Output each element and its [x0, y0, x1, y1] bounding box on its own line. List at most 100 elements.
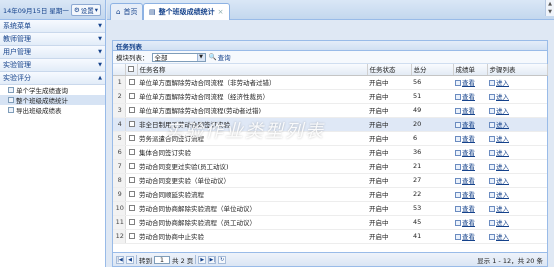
row-checkbox-cell[interactable]	[125, 75, 137, 90]
header-name[interactable]: 任务名称	[137, 64, 368, 76]
chevron-down-icon: ▾	[94, 5, 98, 14]
row-checkbox[interactable]	[129, 233, 136, 239]
header-checkbox[interactable]	[125, 64, 138, 76]
row-checkbox[interactable]	[129, 121, 136, 127]
menu-teacher[interactable]: 教师管理 ▼	[0, 33, 105, 46]
view-link[interactable]: 查看	[462, 177, 475, 185]
enter-link[interactable]: 进入	[496, 233, 509, 241]
table-row[interactable]: 3 单位单方面解除劳动合同流程(劳动者过错) 开启中 49 查看 进入	[113, 103, 547, 118]
row-checkbox[interactable]	[129, 163, 136, 169]
page-input[interactable]: 1	[154, 255, 170, 264]
row-checkbox[interactable]	[129, 205, 136, 211]
sub-item-export[interactable]: 导出班级成绩表	[0, 105, 105, 115]
table-row[interactable]: 6 集体合同签订实验 开启中 36 查看 进入	[113, 145, 547, 160]
header-score[interactable]: 总分	[411, 64, 454, 76]
row-checkbox[interactable]	[129, 107, 136, 113]
row-checkbox-cell[interactable]	[125, 173, 137, 188]
list-icon	[489, 206, 495, 212]
view-link[interactable]: 查看	[462, 205, 475, 213]
header-status[interactable]: 任务状态	[367, 64, 412, 76]
row-checkbox-cell[interactable]	[125, 187, 137, 202]
row-checkbox-cell[interactable]	[125, 145, 137, 160]
row-checkbox-cell[interactable]	[125, 159, 137, 174]
row-checkbox[interactable]	[129, 149, 136, 155]
menu-user[interactable]: 用户管理 ▼	[0, 46, 105, 59]
view-icon	[455, 108, 461, 114]
enter-link[interactable]: 进入	[496, 79, 509, 87]
row-checkbox[interactable]	[129, 135, 136, 141]
scrollbar[interactable]: ▲ ▼	[545, 0, 554, 16]
table-row[interactable]: 8 劳动合同变更实验（单位动议） 开启中 27 查看 进入	[113, 173, 547, 188]
menu-experiment[interactable]: 实验管理 ▼	[0, 59, 105, 72]
enter-link[interactable]: 进入	[496, 149, 509, 157]
row-checkbox-cell[interactable]	[125, 229, 137, 244]
row-checkbox[interactable]	[129, 79, 136, 85]
report-cell: 查看	[453, 187, 487, 202]
first-page-button[interactable]: |◀	[116, 255, 124, 264]
row-checkbox-cell[interactable]	[125, 117, 137, 132]
list-icon	[489, 136, 495, 142]
header-index	[113, 64, 126, 76]
header-report[interactable]: 成绩单	[453, 64, 488, 76]
table-row[interactable]: 5 劳务派遣合同签订流程 开启中 6 查看 进入	[113, 131, 547, 146]
row-checkbox-cell[interactable]	[125, 201, 137, 216]
table-row[interactable]: 7 劳动合同变更过实验(员工动议) 开启中 21 查看 进入	[113, 159, 547, 174]
table-row[interactable]: 4 非全日制用工劳动合同签订实验 开启中 20 查看 进入	[113, 117, 547, 132]
table-row[interactable]: 12 劳动合同协商中止实验 开启中 41 查看 进入	[113, 229, 547, 244]
enter-link[interactable]: 进入	[496, 163, 509, 171]
select-all-checkbox[interactable]	[127, 66, 134, 73]
prev-page-button[interactable]: ◀	[126, 255, 134, 264]
last-page-button[interactable]: ▶|	[208, 255, 217, 264]
row-checkbox[interactable]	[129, 93, 136, 99]
settings-button[interactable]: ⚙ 设置 ▾	[70, 3, 101, 16]
table-row[interactable]: 11 劳动合同协商解除实验流程（员工动议） 开启中 45 查看 进入	[113, 215, 547, 230]
view-link[interactable]: 查看	[462, 219, 475, 227]
view-link[interactable]: 查看	[462, 149, 475, 157]
view-icon	[455, 164, 461, 170]
enter-link[interactable]: 进入	[496, 177, 509, 185]
row-checkbox-cell[interactable]	[125, 215, 137, 230]
view-link[interactable]: 查看	[462, 233, 475, 241]
enter-link[interactable]: 进入	[496, 191, 509, 199]
table-row[interactable]: 1 单位单方面解除劳动合同流程（非劳动者过错） 开启中 56 查看 进入	[113, 75, 547, 90]
view-link[interactable]: 查看	[462, 135, 475, 143]
table-row[interactable]: 9 劳动合同顺延实验流程 开启中 22 查看 进入	[113, 187, 547, 202]
row-checkbox[interactable]	[129, 177, 136, 183]
row-checkbox[interactable]	[129, 219, 136, 225]
category-label: 模块列表：	[116, 54, 149, 62]
refresh-icon[interactable]: ↻	[218, 255, 227, 264]
enter-link[interactable]: 进入	[496, 205, 509, 213]
task-status: 开启中	[367, 201, 411, 216]
report-cell: 查看	[453, 75, 487, 90]
row-checkbox[interactable]	[129, 191, 136, 197]
view-icon	[455, 122, 461, 128]
category-select[interactable]: 全部 ▼	[151, 52, 206, 62]
enter-link[interactable]: 进入	[496, 93, 509, 101]
view-link[interactable]: 查看	[462, 191, 475, 199]
tab-class-stats[interactable]: ▤ 整个班级成绩统计 ×	[143, 3, 230, 20]
view-link[interactable]: 查看	[462, 121, 475, 129]
tab-home[interactable]: ⌂ 首页	[110, 3, 144, 20]
row-checkbox-cell[interactable]	[125, 131, 137, 146]
view-link[interactable]: 查看	[462, 79, 475, 87]
row-checkbox-cell[interactable]	[125, 89, 137, 104]
search-button[interactable]: 🔍 查询	[209, 52, 231, 62]
close-icon[interactable]: ×	[218, 8, 224, 16]
view-link[interactable]: 查看	[462, 93, 475, 101]
header-steps[interactable]: 步骤列表	[487, 64, 548, 76]
view-link[interactable]: 查看	[462, 163, 475, 171]
menu-grading[interactable]: 实验评分 ▲	[0, 72, 105, 85]
report-cell: 查看	[453, 103, 487, 118]
table-row[interactable]: 10 劳动合同协商解除实验流程（单位动议） 开启中 53 查看 进入	[113, 201, 547, 216]
menu-system[interactable]: 系统菜单 ▼	[0, 20, 105, 33]
view-link[interactable]: 查看	[462, 107, 475, 115]
enter-link[interactable]: 进入	[496, 135, 509, 143]
table-row[interactable]: 2 单位单方面解除劳动合同流程（经济性裁员） 开启中 51 查看 进入	[113, 89, 547, 104]
next-page-button[interactable]: ▶	[198, 255, 207, 264]
enter-link[interactable]: 进入	[496, 219, 509, 227]
sub-item-class-stats[interactable]: 整个班级成绩统计	[0, 95, 105, 105]
sub-item-student-query[interactable]: 单个学生成绩查询	[0, 85, 105, 95]
enter-link[interactable]: 进入	[496, 121, 509, 129]
enter-link[interactable]: 进入	[496, 107, 509, 115]
row-checkbox-cell[interactable]	[125, 103, 137, 118]
